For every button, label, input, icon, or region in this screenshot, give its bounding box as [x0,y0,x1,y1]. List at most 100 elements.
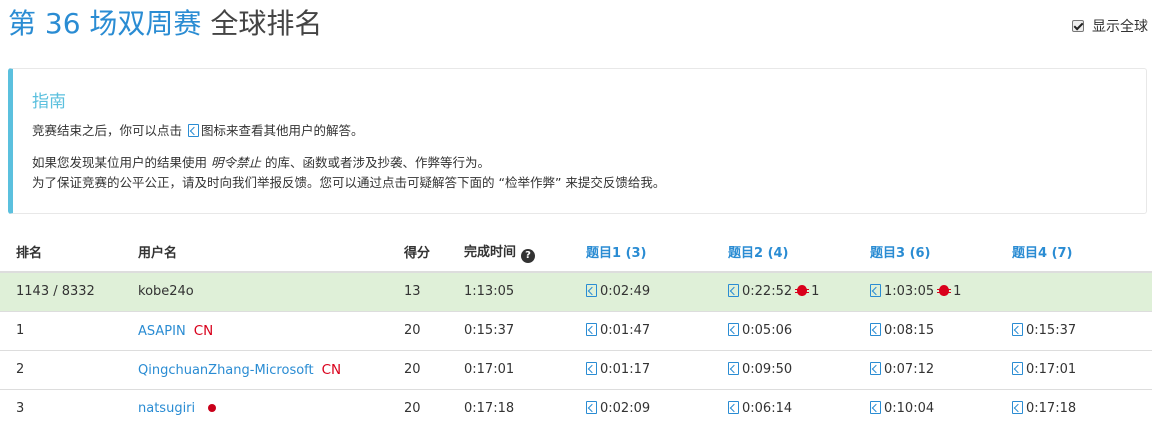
ranking-table: 排名 用户名 得分 完成时间? 题目1 (3) 题目2 (4) 题目3 (6) … [0,232,1152,428]
q1-cell[interactable]: 0:02:09 [570,388,712,428]
guide-title: 指南 [32,92,66,112]
bug-icon [937,285,952,297]
guide-line-2: 如果您发现某位用户的结果使用 明令禁止 的库、函数或者涉及抄袭、作弊等行为。 [32,153,1126,173]
q3-bug-count: 1 [953,284,962,300]
col-username: 用户名 [122,232,388,273]
q2-cell[interactable]: 0:22:52 1 [712,271,854,311]
q2-time: 0:09:50 [742,362,793,377]
solution-icon[interactable] [586,323,597,336]
col-question-1[interactable]: 题目1 (3) [570,232,712,273]
guide-panel: 指南 竞赛结束之后，你可以点击 图标来查看其他用户的解答。 如果您发现某位用户的… [8,68,1147,214]
col-rank: 排名 [0,232,122,273]
q4-cell[interactable]: 0:15:37 [996,310,1152,350]
page-header: 第 36 场双周赛 全球排名 显示全球 [8,4,1148,48]
q1-cell[interactable]: 0:01:47 [570,310,712,350]
q2-bug-count: 1 [811,284,820,300]
guide-line-1-after: 图标来查看其他用户的解答。 [201,123,364,138]
finish-time-cell: 0:17:01 [448,349,570,389]
q2-cell[interactable]: 0:06:14 [712,388,854,428]
q2-cell[interactable]: 0:05:06 [712,310,854,350]
rank-cell: 1 [0,310,122,350]
col-question-2[interactable]: 题目2 (4) [712,232,854,273]
q4-cell [996,271,1152,311]
q4-cell[interactable]: 0:17:18 [996,388,1152,428]
q1-time: 0:01:17 [600,362,651,377]
q1-cell[interactable]: 0:01:17 [570,349,712,389]
solution-icon[interactable] [870,284,881,298]
q3-time: 0:10:04 [884,401,935,417]
show-global-checkbox[interactable] [1072,20,1084,32]
q3-time: 0:08:15 [884,323,935,338]
q1-time: 0:02:49 [600,284,651,300]
region-badge: CN [193,322,214,339]
bug-icon [795,285,810,297]
page-title: 第 36 场双周赛 全球排名 [8,4,1148,44]
contest-title-link[interactable]: 第 36 场双周赛 [8,7,201,40]
table-header-row: 排名 用户名 得分 完成时间? 题目1 (3) 题目2 (4) 题目3 (6) … [0,232,1152,273]
q2-time: 0:22:52 [742,284,793,300]
solution-icon [188,124,199,137]
col-question-3[interactable]: 题目3 (6) [854,232,996,273]
username-link[interactable]: QingchuanZhang-Microsoft [138,363,314,378]
q2-time: 0:06:14 [742,401,793,417]
col-question-4[interactable]: 题目4 (7) [996,232,1152,273]
region-flag-icon [208,404,217,413]
q3-cell[interactable]: 0:10:04 [854,388,996,428]
solution-icon[interactable] [728,284,739,298]
table-row: 1 ASAPIN CN 20 0:15:37 0:01:47 0:05:06 0:… [0,310,1152,350]
username-link[interactable]: ASAPIN [138,324,186,339]
guide-line-2-emphasis: 明令禁止 [211,155,262,170]
finish-time-cell: 1:13:05 [448,271,570,311]
q3-cell[interactable]: 1:03:05 1 [854,271,996,311]
q1-cell[interactable]: 0:02:49 [570,271,712,311]
solution-icon[interactable] [586,362,597,375]
my-rank-row: 1143 / 8332 kobe24o 13 1:13:05 0:02:49 0… [0,271,1152,311]
username-cell: ASAPIN CN [122,310,388,350]
ranking-title: 全球排名 [210,7,323,40]
finish-time-cell: 0:15:37 [448,310,570,350]
q2-cell[interactable]: 0:09:50 [712,349,854,389]
show-global-toggle[interactable]: 显示全球 [1072,16,1148,36]
score-cell: 13 [388,271,448,311]
score-cell: 20 [388,349,448,389]
finish-time-cell: 0:17:18 [448,388,570,428]
q4-time: 0:17:01 [1026,362,1077,377]
q4-time: 0:17:18 [1026,401,1077,417]
guide-line-2-after: 的库、函数或者涉及抄袭、作弊等行为。 [265,155,491,170]
solution-icon[interactable] [870,362,881,375]
col-finish-time-label: 完成时间 [464,244,517,260]
solution-icon[interactable] [870,323,881,336]
score-cell: 20 [388,388,448,428]
q3-time: 0:07:12 [884,362,935,377]
table-row: 3 natsugiri 20 0:17:18 0:02:09 0:06:14 0… [0,388,1152,428]
rank-cell: 2 [0,349,122,389]
q4-cell[interactable]: 0:17:01 [996,349,1152,389]
guide-line-2-before: 如果您发现某位用户的结果使用 [32,155,208,170]
solution-icon[interactable] [1012,323,1023,336]
region-badge: CN [321,361,342,378]
q2-time: 0:05:06 [742,323,793,338]
solution-icon[interactable] [586,401,597,415]
q3-time: 1:03:05 [884,284,935,300]
solution-icon[interactable] [870,401,881,415]
solution-icon[interactable] [586,284,597,298]
username-cell: kobe24o [122,271,388,311]
score-cell: 20 [388,310,448,350]
solution-icon[interactable] [1012,401,1023,415]
q4-time: 0:15:37 [1026,323,1077,338]
rank-cell: 3 [0,388,122,428]
help-icon[interactable]: ? [521,248,536,263]
q1-time: 0:01:47 [600,323,651,338]
q3-cell[interactable]: 0:07:12 [854,349,996,389]
solution-icon[interactable] [728,362,739,375]
q1-time: 0:02:09 [600,401,651,417]
username-cell: natsugiri [122,388,388,428]
username-link[interactable]: natsugiri [138,401,195,416]
solution-icon[interactable] [728,401,739,415]
username-cell: QingchuanZhang-Microsoft CN [122,349,388,389]
guide-line-1: 竞赛结束之后，你可以点击 图标来查看其他用户的解答。 [32,121,1126,141]
solution-icon[interactable] [728,323,739,336]
col-score: 得分 [388,232,448,273]
q3-cell[interactable]: 0:08:15 [854,310,996,350]
solution-icon[interactable] [1012,362,1023,375]
